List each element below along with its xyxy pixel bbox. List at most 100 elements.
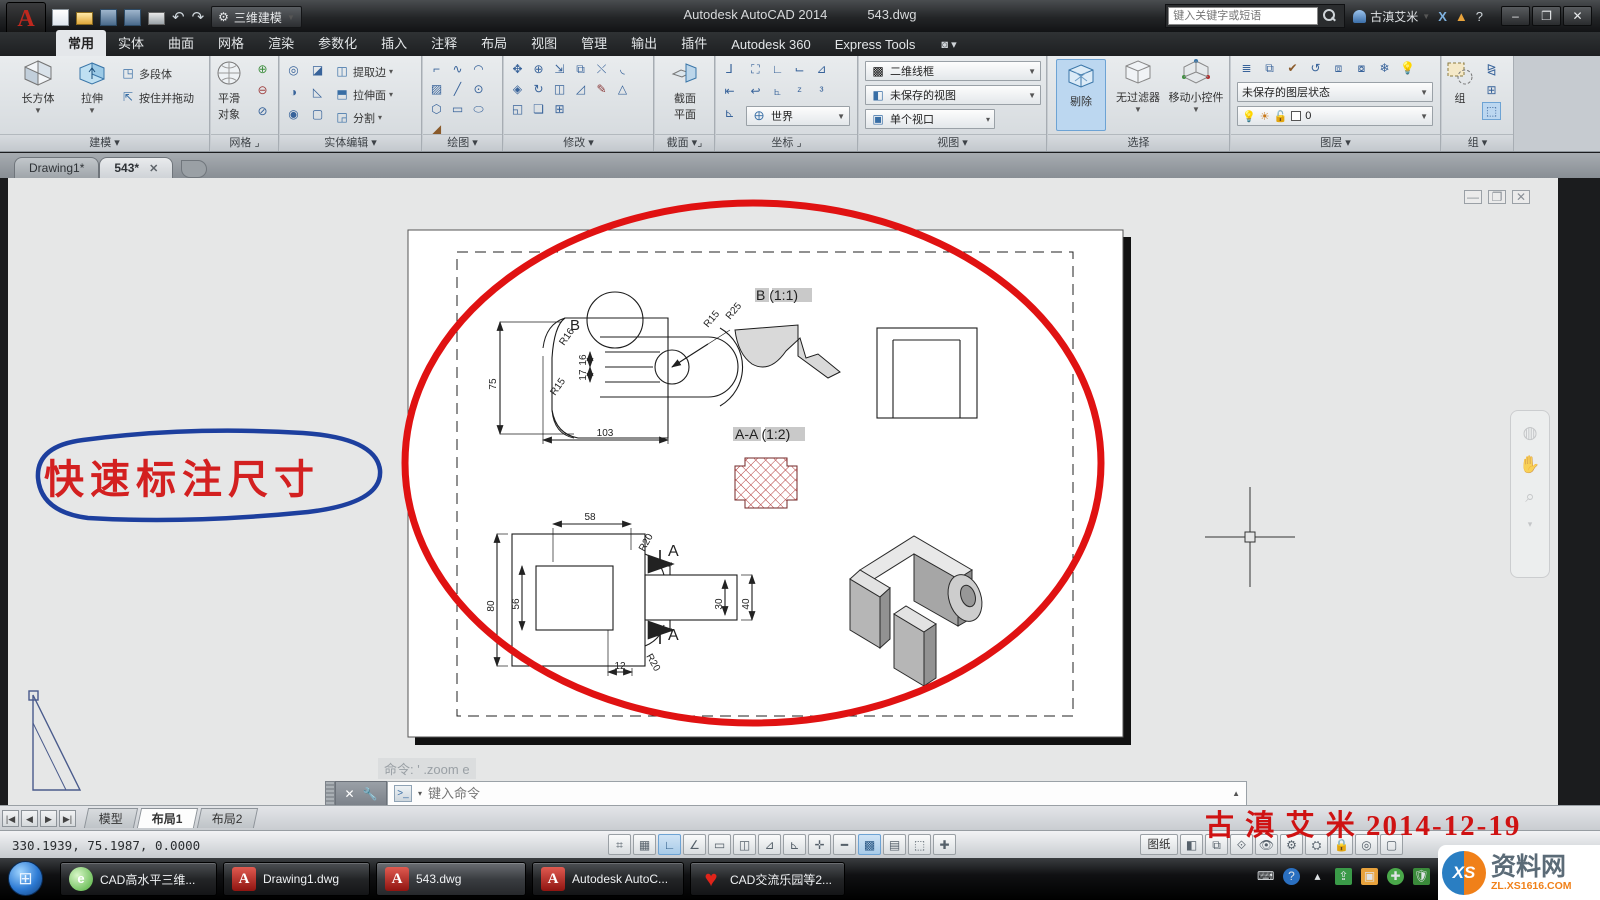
extrude-button[interactable]: 拉伸▼ xyxy=(68,60,116,115)
tab-solid[interactable]: 实体 xyxy=(106,30,156,56)
extrude-faces-button[interactable]: ⬒ 拉伸面▾ xyxy=(334,85,393,104)
mirror-icon[interactable]: ◫ xyxy=(550,80,569,98)
interfere-icon[interactable]: ◺ xyxy=(308,83,327,101)
copy-icon[interactable]: ⧉ xyxy=(571,60,590,78)
union-icon[interactable]: ◎ xyxy=(284,61,303,79)
updater-icon[interactable]: ▣ xyxy=(1361,868,1378,885)
extract-edges-button[interactable]: ◫ 提取边▾ xyxy=(334,62,393,81)
plot-icon[interactable] xyxy=(148,12,165,25)
tab-layout1[interactable]: 布局1 xyxy=(137,808,198,828)
tab-view[interactable]: 视图 xyxy=(519,30,569,56)
trim-icon[interactable]: ⤬ xyxy=(592,60,611,78)
annotation-scale-icon[interactable]: ⟐ xyxy=(1230,834,1253,855)
tab-parametric[interactable]: 参数化 xyxy=(306,30,369,56)
tab-layout[interactable]: 布局 xyxy=(469,30,519,56)
layer-isolate-icon[interactable]: ⧈ xyxy=(1329,59,1348,77)
exchange-apps-icon[interactable]: X xyxy=(1438,9,1447,24)
help-tray-icon[interactable]: ? xyxy=(1283,868,1300,885)
3dalign-icon[interactable]: ◈ xyxy=(508,80,527,98)
ucs-view-icon[interactable]: ⊾ xyxy=(720,104,739,122)
mesh-crease-icon[interactable]: ⊘ xyxy=(253,102,272,120)
tab-plugins[interactable]: 插件 xyxy=(669,30,719,56)
ducs-toggle[interactable]: ⊾ xyxy=(783,834,806,855)
mesh-refine-icon[interactable]: ⊕ xyxy=(253,60,272,78)
tab-render[interactable]: 渲染 xyxy=(256,30,306,56)
autoscale-icon[interactable]: ⚙ xyxy=(1280,834,1303,855)
tab-home[interactable]: 常用 xyxy=(56,30,106,56)
taskbar-item-drawing1[interactable]: A Drawing1.dwg xyxy=(223,862,370,896)
ucs-named-icon[interactable]: ⊿ xyxy=(812,60,831,78)
panel-label-mesh[interactable]: 网格 ⌟ xyxy=(211,134,278,151)
layer-prev-icon[interactable]: ↺ xyxy=(1306,59,1325,77)
undo-icon[interactable]: ↶ xyxy=(172,9,185,26)
smooth-object-button[interactable]: 平滑对象 xyxy=(207,60,251,122)
antivirus-icon[interactable]: ✚ xyxy=(1387,868,1404,885)
slice-icon[interactable]: ◪ xyxy=(308,61,327,79)
tab-model[interactable]: 模型 xyxy=(84,808,138,828)
layer-properties-icon[interactable]: ≣ xyxy=(1237,59,1256,77)
ucs-face-icon[interactable]: ∟ xyxy=(768,60,787,78)
transparency-toggle[interactable]: ▩ xyxy=(858,834,881,855)
cleanscreen-icon[interactable]: ▢ xyxy=(1380,834,1403,855)
otrack-toggle[interactable]: ⊿ xyxy=(758,834,781,855)
quickprops-toggle[interactable]: ▤ xyxy=(883,834,906,855)
lock-ui-icon[interactable]: 🔒 xyxy=(1330,834,1353,855)
spline-icon[interactable]: ∿ xyxy=(448,60,467,78)
ungroup-icon[interactable]: ⧎ xyxy=(1482,60,1501,78)
command-prompt-icon[interactable]: >_ xyxy=(394,785,412,802)
communication-center-icon[interactable]: ▲ xyxy=(1455,9,1468,24)
input-method-icon[interactable]: ⌨ xyxy=(1257,868,1274,885)
tab-manage[interactable]: 管理 xyxy=(569,30,619,56)
minimize-button[interactable]: – xyxy=(1501,6,1530,26)
explode-icon[interactable]: ❏ xyxy=(529,100,548,118)
3dosnap-toggle[interactable]: ◫ xyxy=(733,834,756,855)
navigation-bar[interactable]: ◍ ✋ ⌕ ▾ xyxy=(1510,410,1550,578)
quickview-layouts-icon[interactable]: ◧ xyxy=(1180,834,1203,855)
ribbon-minimize-icon[interactable]: ◙ ▾ xyxy=(941,38,956,56)
tab-layout2[interactable]: 布局2 xyxy=(197,808,258,828)
panel-label-section[interactable]: 截面 ▾⌟ xyxy=(655,134,714,151)
ucs-z-icon[interactable]: ⦜ xyxy=(768,82,787,100)
workspace-dropdown[interactable]: ⚙ 三维建模 ▼ xyxy=(211,6,302,28)
rectangle-icon[interactable]: ▭ xyxy=(448,100,467,118)
stretch-icon[interactable]: ⇲ xyxy=(550,60,569,78)
wrench-icon[interactable]: 🔧 xyxy=(363,787,378,801)
arc-icon[interactable]: ◠ xyxy=(469,60,488,78)
selectioncycling-toggle[interactable]: ⬚ xyxy=(908,834,931,855)
taskbar-item-543[interactable]: A 543.dwg xyxy=(376,862,526,896)
layer-state-dropdown[interactable]: 未保存的图层状态▼ xyxy=(1237,82,1433,102)
prev-layout-icon[interactable]: ◀ xyxy=(21,810,38,827)
ellipse-icon[interactable]: ⬭ xyxy=(469,100,488,118)
ucs-zaxis-icon[interactable]: ᶻ xyxy=(790,82,809,100)
offset-icon[interactable]: ◱ xyxy=(508,100,527,118)
visual-style-dropdown[interactable]: ▩ 二维线框▼ xyxy=(865,61,1041,81)
polygon-icon[interactable]: ⬡ xyxy=(427,100,446,118)
next-layout-icon[interactable]: ▶ xyxy=(40,810,57,827)
search-icon[interactable] xyxy=(1323,9,1337,23)
ucs-object-icon[interactable]: ⛶ xyxy=(746,60,765,78)
panel-label-layers[interactable]: 图层 ▾ xyxy=(1231,134,1440,151)
layer-freeze-icon[interactable]: ❄ xyxy=(1375,59,1394,77)
file-tab-drawing1[interactable]: Drawing1* xyxy=(14,157,99,178)
quickview-drawings-icon[interactable]: ⧉ xyxy=(1205,834,1228,855)
scale-icon[interactable]: △ xyxy=(613,80,632,98)
gizmo-button[interactable]: 移动小控件▼ xyxy=(1166,59,1226,114)
polar-toggle[interactable]: ∠ xyxy=(683,834,706,855)
layer-dropdown[interactable]: 💡 ☀ 🔓 0▼ xyxy=(1237,106,1433,126)
named-views-dropdown[interactable]: ◧ 未保存的视图▼ xyxy=(865,85,1041,105)
polysolid-button[interactable]: ◳ 多段体 xyxy=(120,64,172,83)
hatch-icon[interactable]: ▨ xyxy=(427,80,446,98)
panel-label-coordinates[interactable]: 坐标 ⌟ xyxy=(716,134,857,151)
vp-close-icon[interactable]: ✕ xyxy=(1512,190,1530,204)
filter-button[interactable]: 无过滤器▼ xyxy=(1110,59,1166,114)
erase-icon[interactable]: ✎ xyxy=(592,80,611,98)
close-tab-icon[interactable]: ✕ xyxy=(149,162,158,175)
command-grip-handle[interactable] xyxy=(325,781,335,805)
subtract-icon[interactable]: ◑ xyxy=(284,83,303,101)
signin-user[interactable]: 古滇艾米 ▼ xyxy=(1353,8,1430,25)
taskbar-item-cad-forum[interactable]: ♥ CAD交流乐园等2... xyxy=(690,862,845,896)
file-tab-543[interactable]: 543* ✕ xyxy=(99,157,173,178)
array-icon[interactable]: ⊞ xyxy=(550,100,569,118)
zoom-icon[interactable]: ⌕ xyxy=(1511,487,1549,507)
annotation-visibility-icon[interactable]: 👁 xyxy=(1255,834,1278,855)
